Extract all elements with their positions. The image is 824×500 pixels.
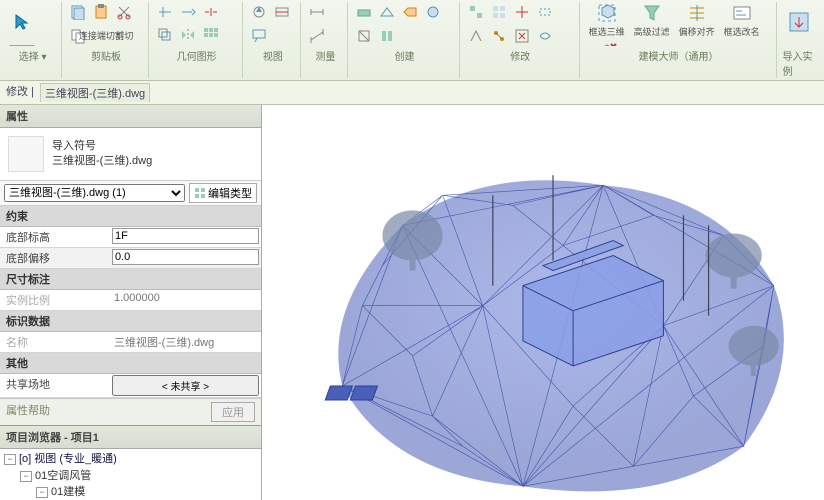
base-level-label: 底部标高 bbox=[0, 227, 110, 247]
ribbon-label-create: 创建 bbox=[395, 48, 415, 63]
context-tab-bar: 修改 | 三维视图-(三维).dwg bbox=[0, 81, 824, 105]
array-icon[interactable] bbox=[201, 25, 221, 45]
prop-header-line2: 三维视图-(三维).dwg bbox=[52, 154, 152, 169]
align-dim-icon[interactable] bbox=[307, 26, 327, 46]
tree-node-01[interactable]: −01空调风管 bbox=[4, 468, 257, 485]
edit-type-icon bbox=[194, 187, 206, 199]
modify-tool-8[interactable] bbox=[535, 26, 555, 46]
3d-wireframe-model bbox=[262, 105, 824, 500]
project-browser: 项目浏览器 - 项目1 −[o] 视图 (专业_暖通) −01空调风管 −01建… bbox=[0, 425, 261, 500]
extend-icon[interactable] bbox=[178, 2, 198, 22]
link-manage-text[interactable]: 连接端切割 bbox=[91, 26, 111, 46]
modify-tool-3[interactable] bbox=[512, 2, 532, 22]
ribbon-group-geometry: 几何图形 bbox=[151, 2, 244, 78]
modify-tool-5[interactable] bbox=[466, 26, 486, 46]
ribbon: 选择 ▾ 连接端切割 剪切 剪贴板 几何图形 bbox=[0, 0, 824, 81]
base-offset-input[interactable] bbox=[112, 249, 259, 265]
shared-site-label: 共享场地 bbox=[0, 374, 110, 397]
type-preview-icon bbox=[8, 136, 44, 172]
ribbon-label-import: 导入实例 bbox=[783, 48, 816, 78]
frame-rename-tool[interactable]: 框选改名 bbox=[721, 2, 763, 38]
project-tree[interactable]: −[o] 视图 (专业_暖通) −01空调风管 −01建模 楼层平面: 建模-二… bbox=[0, 449, 261, 500]
adv-filter-tool[interactable]: 高级过滤 bbox=[631, 2, 673, 38]
shared-site-button[interactable]: < 未共享 > bbox=[112, 375, 259, 396]
create-tool-2[interactable] bbox=[377, 2, 397, 22]
ribbon-group-select: 选择 ▾ bbox=[4, 2, 62, 78]
elevation-icon[interactable] bbox=[249, 2, 269, 22]
prop-header-line1: 导入符号 bbox=[52, 139, 152, 154]
base-offset-label: 底部偏移 bbox=[0, 248, 110, 268]
cut-icon[interactable] bbox=[114, 2, 134, 22]
browser-title: 项目浏览器 - 项目1 bbox=[0, 426, 261, 449]
context-prefix: 修改 | bbox=[6, 83, 34, 102]
delete-layer-tool[interactable]: 删除图层 bbox=[586, 41, 628, 46]
edit-type-button[interactable]: 编辑类型 bbox=[189, 183, 257, 203]
offset-align-tool[interactable]: 偏移对齐 bbox=[676, 2, 718, 38]
cat-constraints: 约束 bbox=[0, 206, 261, 227]
ribbon-label-clipboard: 剪贴板 bbox=[91, 48, 121, 63]
cut-text[interactable]: 剪切 bbox=[114, 26, 134, 46]
callout-icon[interactable] bbox=[249, 26, 269, 46]
cat-ident: 标识数据 bbox=[0, 311, 261, 332]
create-tool-3[interactable] bbox=[400, 2, 420, 22]
trim-icon[interactable] bbox=[155, 2, 175, 22]
name-label: 名称 bbox=[0, 332, 110, 352]
name-value: 三维视图-(三维).dwg bbox=[110, 332, 261, 352]
paste-icon[interactable] bbox=[91, 2, 111, 22]
properties-header: 导入符号 三维视图-(三维).dwg bbox=[0, 128, 261, 181]
modify-tool-4[interactable] bbox=[535, 2, 555, 22]
link-cad-icon[interactable] bbox=[68, 2, 88, 22]
ribbon-group-import: 导入实例 bbox=[779, 2, 820, 78]
context-tab[interactable]: 三维视图-(三维).dwg bbox=[40, 83, 150, 102]
create-tool-1[interactable] bbox=[354, 2, 374, 22]
ribbon-label-view: 视图 bbox=[263, 48, 283, 63]
modify-tool[interactable] bbox=[8, 45, 36, 46]
type-selector[interactable]: 三维视图-(三维).dwg (1) bbox=[4, 184, 185, 202]
ribbon-label-master: 建模大师（通用） bbox=[639, 48, 719, 63]
instance-scale-value: 1.000000 bbox=[110, 290, 261, 310]
ribbon-group-master: 框选三维 高级过滤 偏移对齐 框选改名 删除图层 建模大师（通用） bbox=[582, 2, 777, 78]
create-tool-5[interactable] bbox=[354, 26, 374, 46]
apply-button[interactable]: 应用 bbox=[211, 402, 255, 422]
import-instance-tool[interactable] bbox=[785, 2, 813, 42]
create-tool-4[interactable] bbox=[423, 2, 443, 22]
3d-viewport[interactable] bbox=[262, 105, 824, 500]
ribbon-label-modify: 修改 bbox=[510, 48, 530, 63]
mirror-icon[interactable] bbox=[178, 25, 198, 45]
base-level-input[interactable] bbox=[112, 228, 259, 244]
create-tool-6[interactable] bbox=[377, 26, 397, 46]
tree-root[interactable]: −[o] 视图 (专业_暖通) bbox=[4, 451, 257, 468]
left-panel: 属性 导入符号 三维视图-(三维).dwg 三维视图-(三维).dwg (1) … bbox=[0, 105, 262, 500]
modify-tool-1[interactable] bbox=[466, 2, 486, 22]
offset-icon[interactable] bbox=[155, 25, 175, 45]
modify-tool-2[interactable] bbox=[489, 2, 509, 22]
frame-3d-tool[interactable]: 框选三维 bbox=[586, 2, 628, 38]
ribbon-label-geometry: 几何图形 bbox=[177, 48, 217, 63]
cat-dim: 尺寸标注 bbox=[0, 269, 261, 290]
ribbon-group-view: 视图 bbox=[245, 2, 301, 78]
tree-node-01a[interactable]: −01建模 bbox=[4, 484, 257, 500]
ribbon-group-clipboard: 连接端切割 剪切 剪贴板 bbox=[64, 2, 148, 78]
dimension-icon[interactable] bbox=[307, 2, 327, 22]
section-icon[interactable] bbox=[272, 2, 292, 22]
instance-scale-label: 实例比例 bbox=[0, 290, 110, 310]
modify-tool-7[interactable] bbox=[512, 26, 532, 46]
ribbon-group-measure: 测量 bbox=[303, 2, 348, 78]
ribbon-group-create: 创建 bbox=[350, 2, 459, 78]
properties-title: 属性 bbox=[0, 105, 261, 128]
properties-help-link[interactable]: 属性帮助 bbox=[6, 402, 50, 422]
modify-tool-6[interactable] bbox=[489, 26, 509, 46]
ribbon-label-measure: 测量 bbox=[315, 48, 335, 63]
select-arrow-tool[interactable] bbox=[8, 2, 36, 42]
split-icon[interactable] bbox=[201, 2, 221, 22]
ribbon-label-select: 选择 ▾ bbox=[19, 48, 47, 63]
ribbon-group-modify: 修改 bbox=[462, 2, 580, 78]
cat-other: 其他 bbox=[0, 353, 261, 374]
